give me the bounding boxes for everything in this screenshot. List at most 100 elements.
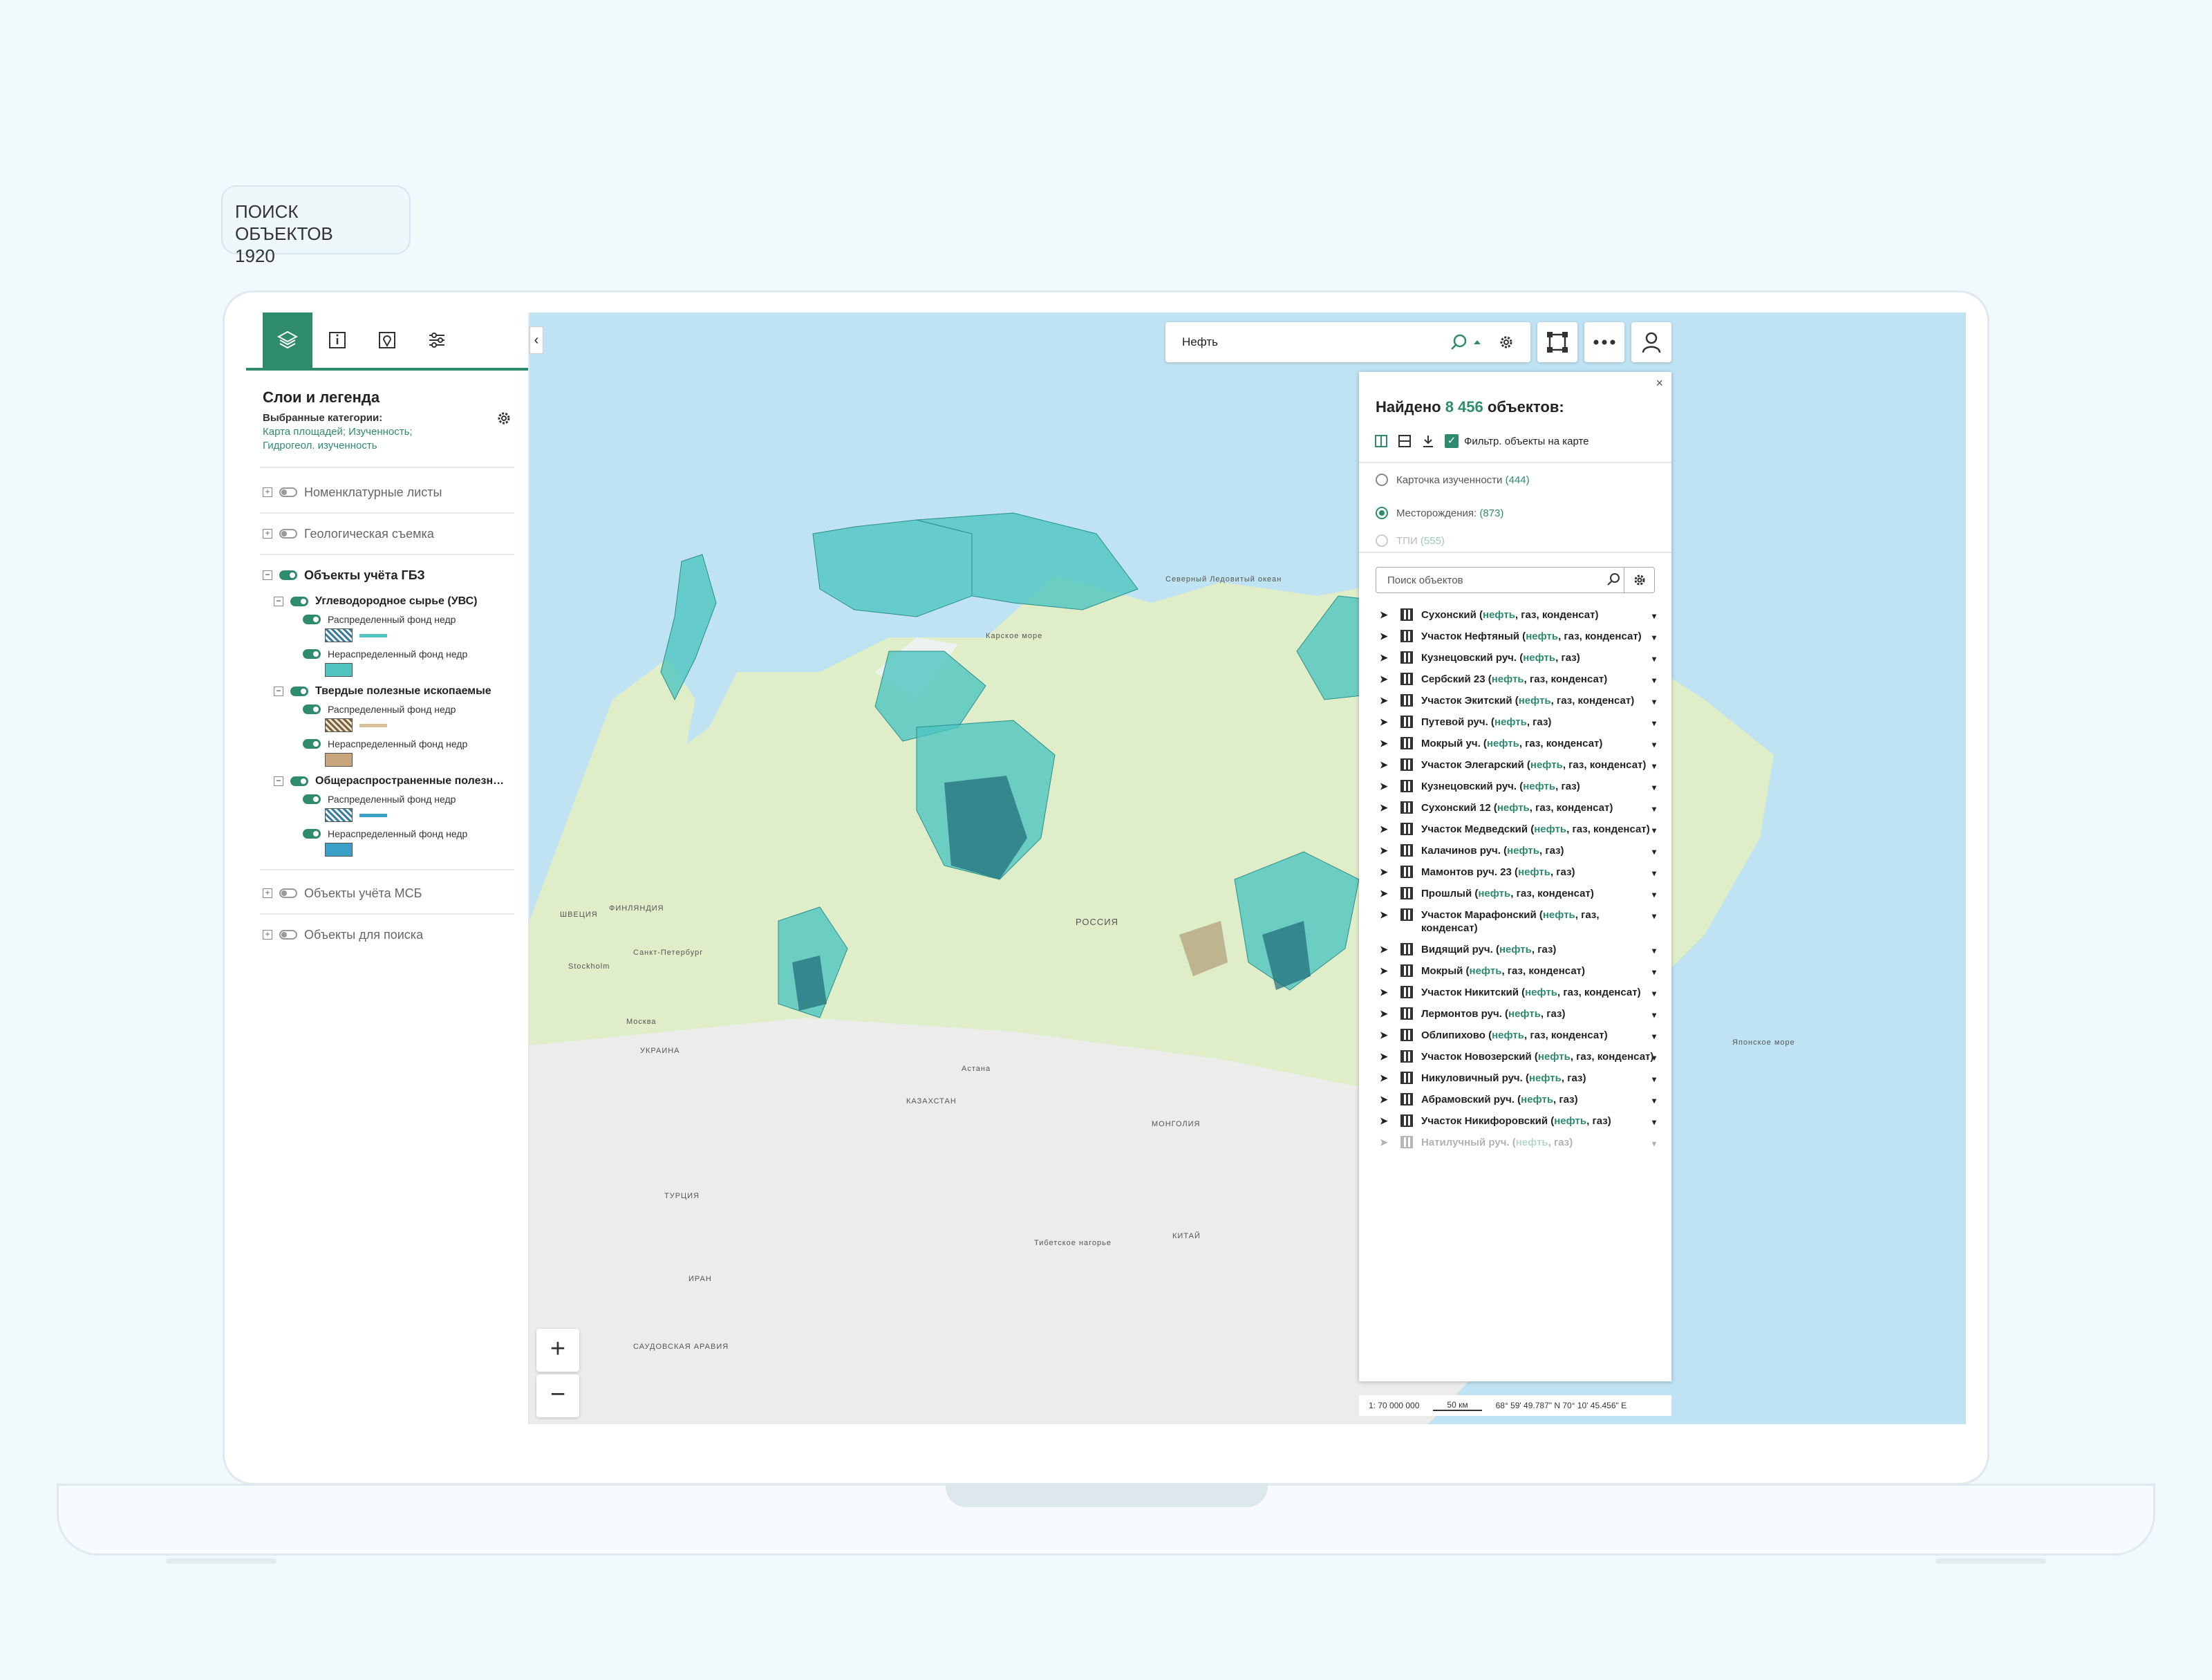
tab-info[interactable] [312,312,362,368]
navigate-icon[interactable]: ➤ [1380,1136,1394,1149]
navigate-icon[interactable]: ➤ [1380,908,1394,922]
result-item[interactable]: ➤ Участок Никифоровский (нефть, газ) ▾ [1359,1110,1671,1132]
qr-icon[interactable] [1400,844,1413,857]
qr-icon[interactable] [1400,1029,1413,1041]
result-item[interactable]: ➤ Мамонтов руч. 23 (нефть, газ) ▾ [1359,861,1671,883]
qr-icon[interactable] [1400,1072,1413,1084]
result-item[interactable]: ➤ Прошлый (нефть, газ, конденсат) ▾ [1359,883,1671,904]
objects-settings-button[interactable] [1624,568,1654,592]
result-item[interactable]: ➤ Лермонтов руч. (нефть, газ) ▾ [1359,1003,1671,1025]
chevron-down-icon[interactable]: ▾ [1652,824,1656,837]
category-radio-0[interactable]: Карточка изученности (444) [1359,463,1671,496]
navigate-icon[interactable]: ➤ [1380,1050,1394,1063]
qr-icon[interactable] [1400,608,1413,621]
toggle-off[interactable] [279,529,297,539]
selected-categories-values[interactable]: Карта площадей; Изученность; Гидрогеол. … [246,424,474,454]
qr-icon[interactable] [1400,780,1413,792]
navigate-icon[interactable]: ➤ [1380,651,1394,664]
toggle-on[interactable] [303,615,321,624]
layer-geology[interactable]: + Геологическая съемка [246,518,528,550]
chevron-down-icon[interactable]: ▾ [1652,1116,1656,1129]
navigate-icon[interactable]: ➤ [1380,758,1394,772]
result-item[interactable]: ➤ Видящий руч. (нефть, газ) ▾ [1359,939,1671,960]
tpi-undistributed[interactable]: Нераспределенный фонд недр [246,736,528,752]
split-horizontal-icon[interactable] [1398,434,1412,448]
chevron-down-icon[interactable]: ▾ [1652,760,1656,773]
result-item[interactable]: ➤ Участок Экитский (нефть, газ, конденсат… [1359,690,1671,711]
tab-layers[interactable] [263,312,312,368]
qr-icon[interactable] [1400,823,1413,835]
navigate-icon[interactable]: ➤ [1380,1007,1394,1020]
expand-icon[interactable]: + [263,930,272,940]
navigate-icon[interactable]: ➤ [1380,630,1394,643]
collapse-icon[interactable]: − [274,597,283,606]
chevron-down-icon[interactable]: ▾ [1652,867,1656,880]
chevron-down-icon[interactable]: ▾ [1652,987,1656,1000]
result-item[interactable]: ➤ Сухонский (нефть, газ, конденсат) ▾ [1359,604,1671,626]
qr-icon[interactable] [1400,1136,1413,1148]
chevron-down-icon[interactable]: ▾ [1652,696,1656,709]
gear-icon[interactable] [1499,335,1514,350]
result-item[interactable]: ➤ Участок Никитский (нефть, газ, конденса… [1359,982,1671,1003]
navigate-icon[interactable]: ➤ [1380,887,1394,900]
uvs-distributed[interactable]: Распределенный фонд недр [246,612,528,627]
group-uvs[interactable]: − Углеводородное сырье (УВС) [246,591,528,612]
objects-search-input[interactable]: Поиск объектов [1387,575,1463,586]
chevron-down-icon[interactable]: ▾ [1652,717,1656,730]
qr-icon[interactable] [1400,651,1413,664]
zoom-in-button[interactable]: + [536,1329,579,1372]
result-item[interactable]: ➤ Кузнецовский руч. (нефть, газ) ▾ [1359,776,1671,797]
map-search-input[interactable]: Нефть [1182,335,1449,349]
result-item[interactable]: ➤ Участок Новозерский (нефть, газ, конден… [1359,1046,1671,1067]
tab-filters[interactable] [412,312,462,368]
close-icon[interactable]: × [1656,376,1663,391]
chevron-down-icon[interactable]: ▾ [1652,1030,1656,1043]
expand-icon[interactable]: + [263,487,272,497]
toggle-on[interactable] [290,597,308,606]
toggle-on[interactable] [279,570,297,580]
result-item[interactable]: ➤ Путевой руч. (нефть, газ) ▾ [1359,711,1671,733]
chevron-down-icon[interactable]: ▾ [1652,1094,1656,1108]
result-item[interactable]: ➤ Калачинов руч. (нефть, газ) ▾ [1359,840,1671,861]
draw-area-button[interactable] [1537,322,1577,362]
toggle-off[interactable] [279,888,297,898]
zoom-out-button[interactable]: − [536,1374,579,1417]
result-item[interactable]: ➤ Сербский 23 (нефть, газ, конденсат) ▾ [1359,669,1671,690]
result-item[interactable]: ➤ Кузнецовский руч. (нефть, газ) ▾ [1359,647,1671,669]
map-search-bar[interactable]: Нефть [1165,322,1530,362]
navigate-icon[interactable]: ➤ [1380,844,1394,857]
collapse-icon[interactable]: − [274,776,283,786]
layer-gbz[interactable]: − Объекты учёта ГБЗ [246,559,528,591]
toggle-on[interactable] [290,776,308,786]
expand-icon[interactable]: + [263,888,272,898]
qr-icon[interactable] [1400,964,1413,977]
toggle-on[interactable] [303,829,321,839]
qr-icon[interactable] [1400,737,1413,749]
chevron-down-icon[interactable]: ▾ [1652,738,1656,752]
result-item[interactable]: ➤ Мокрый (нефть, газ, конденсат) ▾ [1359,960,1671,982]
opi-undistributed[interactable]: Нераспределенный фонд недр [246,826,528,841]
navigate-icon[interactable]: ➤ [1380,1093,1394,1106]
qr-icon[interactable] [1400,986,1413,998]
toggle-on[interactable] [303,649,321,659]
qr-icon[interactable] [1400,758,1413,771]
split-vertical-icon[interactable] [1374,434,1388,448]
caret-up-icon[interactable] [1472,337,1482,347]
navigate-icon[interactable]: ➤ [1380,780,1394,793]
navigate-icon[interactable]: ➤ [1380,694,1394,707]
collapse-icon[interactable]: − [263,570,272,580]
layer-search-objects[interactable]: + Объекты для поиска [246,919,528,951]
chevron-down-icon[interactable]: ▾ [1652,803,1656,816]
result-item[interactable]: ➤ Никуловичный руч. (нефть, газ) ▾ [1359,1067,1671,1089]
navigate-icon[interactable]: ➤ [1380,823,1394,836]
qr-icon[interactable] [1400,908,1413,921]
tpi-distributed[interactable]: Распределенный фонд недр [246,702,528,717]
result-item[interactable]: ➤ Сухонский 12 (нефть, газ, конденсат) ▾ [1359,797,1671,819]
qr-icon[interactable] [1400,866,1413,878]
chevron-down-icon[interactable]: ▾ [1652,910,1656,923]
qr-icon[interactable] [1400,943,1413,955]
toggle-on[interactable] [303,739,321,749]
chevron-down-icon[interactable]: ▾ [1652,966,1656,979]
qr-icon[interactable] [1400,1114,1413,1127]
user-button[interactable] [1631,322,1671,362]
